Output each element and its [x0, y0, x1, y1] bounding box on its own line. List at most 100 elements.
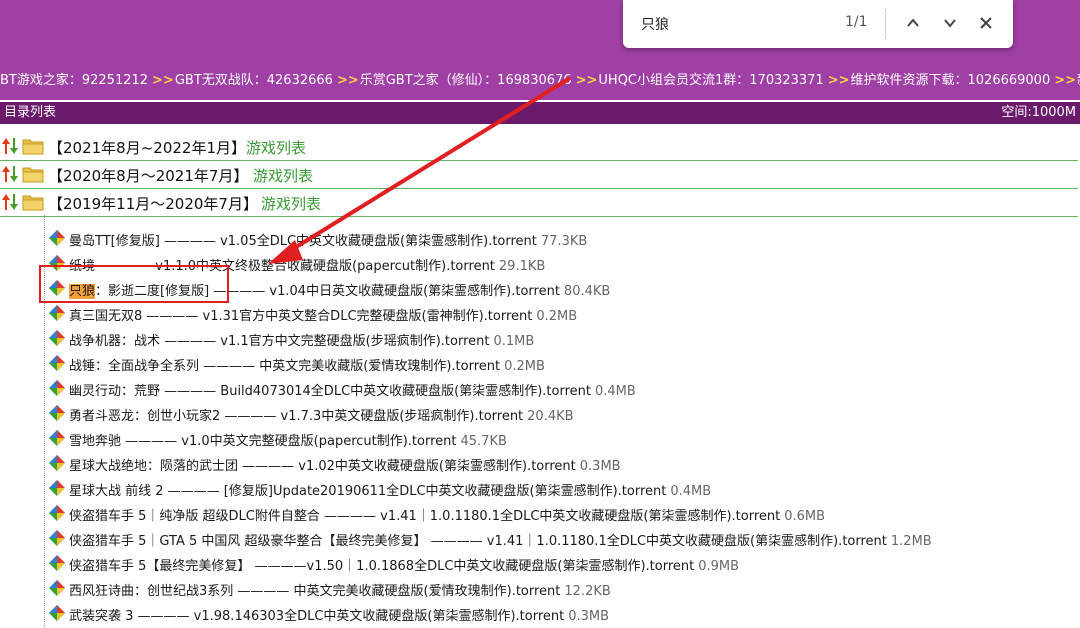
- file-name[interactable]: 勇者斗恶龙：创世小玩家2: [69, 409, 220, 424]
- file-detail[interactable]: ———— v1.41｜1.0.1180.1全DLC中英文收藏硬盘版(第柒霊感制作…: [427, 534, 887, 549]
- file-detail[interactable]: ———— v1.7.3中英文硬盘版(步瑶疯制作).torrent: [220, 409, 523, 424]
- torrent-gem-icon: [49, 430, 65, 446]
- folder-icon: [22, 167, 44, 183]
- file-size: 20.4KB: [527, 409, 574, 424]
- find-next-button[interactable]: [937, 10, 963, 36]
- file-size: 0.4MB: [594, 384, 636, 399]
- sort-toggle[interactable]: [2, 193, 18, 215]
- file-detail[interactable]: ———— [修复版]Update20190611全DLC中英文收藏硬盘版(第柒霊…: [164, 484, 667, 499]
- file-name[interactable]: 西风狂诗曲：创世纪战3系列: [69, 584, 233, 599]
- file-detail[interactable]: ———— v1.04中日英文收藏硬盘版(第柒霊感制作).torrent: [209, 284, 560, 299]
- folder-row[interactable]: 【2020年8月～2021年7月】 游戏列表: [0, 160, 1078, 189]
- file-name[interactable]: 真三国无双8: [69, 309, 142, 324]
- torrent-gem-icon: [49, 505, 65, 521]
- file-detail[interactable]: ————v1.50｜1.0.1868全DLC中英文收藏硬盘版(第柒霊感制作).t…: [250, 559, 695, 574]
- torrent-gem-icon: [49, 480, 65, 496]
- chevron-down-icon: [944, 19, 956, 28]
- file-detail[interactable]: ———— v1.31官方中英文整合DLC完整硬盘版(雷神制作).torrent: [142, 309, 532, 324]
- torrent-gem-icon: [49, 355, 65, 371]
- sort-arrows-icon: [2, 194, 18, 210]
- file-size: 80.4KB: [563, 284, 611, 299]
- sort-toggle[interactable]: [2, 137, 18, 159]
- file-detail[interactable]: ———— v1.1官方中文完整硬盘版(步瑶疯制作).torrent: [160, 334, 489, 349]
- file-size: 12.2KB: [564, 584, 611, 599]
- folder-icon-wrap: [22, 193, 44, 215]
- file-name[interactable]: 雪地奔驰: [69, 434, 121, 449]
- file-detail[interactable]: ———— 中英文完美收藏硬盘版(爱情玫瑰制作).torrent: [233, 584, 560, 599]
- file-size: 0.9MB: [698, 559, 740, 574]
- file-size: 0.2MB: [504, 359, 545, 374]
- torrent-gem-icon: [49, 405, 65, 421]
- file-size: 0.4MB: [670, 484, 712, 499]
- folder-row[interactable]: 【2021年8月~2022年1月】 游戏列表: [0, 132, 1078, 161]
- file-name[interactable]: 曼岛TT[修复版]: [69, 234, 160, 249]
- folder-name[interactable]: 【2020年8月～2021年7月】: [48, 165, 248, 186]
- file-size: 0.2MB: [536, 309, 578, 324]
- file-detail[interactable]: ———— 中英文完美收藏版(爱情玫瑰制作).torrent: [199, 359, 500, 374]
- directory-header: 目录列表 空间:1000M: [0, 102, 1080, 124]
- folder-icon: [22, 139, 44, 155]
- torrent-gem-icon: [49, 605, 65, 621]
- folder-icon: [22, 195, 44, 211]
- marquee-item[interactable]: 乐赏GBT之家（修仙）：169830676: [360, 70, 572, 92]
- folder-row[interactable]: 【2019年11月～2020年7月】 游戏列表: [0, 188, 1078, 217]
- sort-arrows-icon: [2, 166, 18, 182]
- find-bar: 只狼 1/1: [623, 0, 1013, 48]
- marquee-item[interactable]: 维护软件资源下载：1026669000: [851, 70, 1051, 92]
- torrent-gem-icon: [49, 555, 65, 571]
- torrent-gem-icon: [49, 305, 65, 321]
- sort-toggle[interactable]: [2, 165, 18, 187]
- find-divider: [885, 9, 886, 39]
- marquee-item[interactable]: GBT无双战队：42632666: [175, 70, 333, 92]
- file-detail[interactable]: ———— v1.41｜1.0.1180.1全DLC中英文收藏硬盘版(第柒霊感制作…: [320, 509, 780, 524]
- marquee-item[interactable]: UHQC小组会员交流1群：170323371: [598, 70, 823, 92]
- torrent-gem-icon: [49, 455, 65, 471]
- find-query[interactable]: 只狼: [641, 14, 669, 34]
- file-name[interactable]: 武装突袭 3: [69, 609, 133, 624]
- torrent-gem-icon: [49, 530, 65, 546]
- marquee-bar: BT游戏之家：92251212 >>GBT无双战队：42632666 >>乐赏GBT…: [0, 70, 1080, 92]
- folder-name[interactable]: 【2019年11月～2020年7月】: [48, 193, 258, 214]
- folder-list-link[interactable]: 游戏列表: [261, 193, 321, 214]
- marquee-separator: >>: [827, 73, 850, 88]
- torrent-gem-icon: [49, 580, 65, 596]
- folder-list-link[interactable]: 游戏列表: [246, 137, 306, 158]
- marquee-item[interactable]: BT游戏之家：92251212: [0, 70, 148, 92]
- file-detail[interactable]: ———— v1.05全DLC中英文收藏硬盘版(第柒霊感制作).torrent: [160, 234, 537, 249]
- folder-icon-wrap: [22, 137, 44, 159]
- file-name[interactable]: 侠盗猎车手 5【最终完美修复】: [69, 559, 250, 574]
- file-name[interactable]: 星球大战 前线 2: [69, 484, 164, 499]
- file-detail[interactable]: ———— v1.02中英文收藏硬盘版(第柒霊感制作).torrent: [238, 459, 576, 474]
- file-name[interactable]: 战锤：全面战争全系列: [69, 359, 199, 374]
- file-name[interactable]: 侠盗猎车手 5｜GTA 5 中国风 超级豪华整合【最终完美修复】: [69, 534, 427, 549]
- file-name[interactable]: 战争机器：战术: [69, 334, 160, 349]
- torrent-gem-icon: [49, 230, 65, 246]
- close-icon: [980, 17, 992, 29]
- marquee-separator: >>: [336, 73, 359, 88]
- find-prev-button[interactable]: [900, 10, 926, 36]
- file-detail[interactable]: ———— Build4073014全DLC中英文收藏硬盘版(第柒霊感制作).to…: [160, 384, 591, 399]
- sort-arrows-icon: [2, 138, 18, 154]
- directory-title: 目录列表: [4, 105, 57, 120]
- highlight-box: [39, 265, 229, 303]
- torrent-gem-icon: [49, 380, 65, 396]
- file-size: 1.2MB: [890, 534, 932, 549]
- file-name[interactable]: 侠盗猎车手 5｜纯净版 超级DLC附件自整合: [69, 509, 320, 524]
- chevron-up-icon: [907, 18, 919, 27]
- file-size: 0.1MB: [493, 334, 535, 349]
- marquee-separator: >>: [575, 73, 598, 88]
- file-size: 45.7KB: [460, 434, 507, 449]
- find-count: 1/1: [845, 14, 868, 30]
- file-detail[interactable]: ———— v1.0中英文完整硬盘版(papercut制作).torrent: [121, 434, 456, 449]
- folder-name[interactable]: 【2021年8月~2022年1月】: [48, 137, 246, 158]
- find-close-button[interactable]: [973, 10, 999, 36]
- file-size: 0.3MB: [568, 609, 610, 624]
- space-info: 空间:1000M: [1001, 105, 1076, 120]
- folder-icon-wrap: [22, 165, 44, 187]
- file-name[interactable]: 星球大战绝地：陨落的武士团: [69, 459, 238, 474]
- marquee-separator: >>: [152, 73, 174, 88]
- file-name[interactable]: 幽灵行动：荒野: [69, 384, 160, 399]
- folder-list-link[interactable]: 游戏列表: [253, 165, 313, 186]
- file-detail[interactable]: ———— v1.98.146303全DLC中英文收藏硬盘版(第柒霊感制作).to…: [133, 609, 565, 624]
- torrent-gem-icon: [49, 330, 65, 346]
